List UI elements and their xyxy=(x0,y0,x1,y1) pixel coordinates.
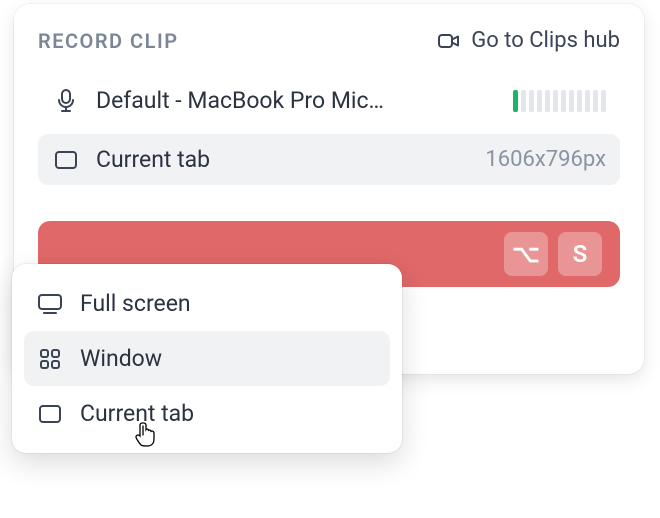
mic-level-bar xyxy=(513,90,518,112)
shortcut-key-s: S xyxy=(558,232,602,276)
mic-level-bar xyxy=(545,90,550,112)
capture-source-row[interactable]: Current tab 1606x796px xyxy=(38,134,620,185)
tab-icon xyxy=(36,404,64,424)
video-camera-icon xyxy=(437,29,461,53)
mic-level-bar xyxy=(529,90,534,112)
clips-hub-label: Go to Clips hub xyxy=(471,28,620,53)
tab-icon xyxy=(52,150,80,170)
mic-level-bar xyxy=(561,90,566,112)
dropdown-item-label: Current tab xyxy=(80,400,194,427)
mic-level-meter xyxy=(513,90,606,112)
mic-level-bar xyxy=(537,90,542,112)
mic-level-bar xyxy=(553,90,558,112)
shortcut-key-option: ⌥ xyxy=(504,232,548,276)
mic-label: Default - MacBook Pro Mic… xyxy=(96,87,497,114)
dropdown-item-full-screen[interactable]: Full screen xyxy=(24,276,390,331)
panel-title: RECORD CLIP xyxy=(38,29,179,53)
dropdown-item-label: Full screen xyxy=(80,290,191,317)
dropdown-item-current-tab[interactable]: Current tab xyxy=(24,386,390,441)
mic-input-row[interactable]: Default - MacBook Pro Mic… xyxy=(38,75,620,126)
panel-header: RECORD CLIP Go to Clips hub xyxy=(38,28,620,53)
mic-level-bar xyxy=(521,90,526,112)
capture-source-dropdown: Full screen Window Current tab xyxy=(12,264,402,453)
mic-level-bar xyxy=(601,90,606,112)
mic-level-bar xyxy=(577,90,582,112)
grid-icon xyxy=(36,348,64,370)
capture-source-label: Current tab xyxy=(96,146,469,173)
mic-level-bar xyxy=(585,90,590,112)
mic-level-bar xyxy=(593,90,598,112)
capture-resolution: 1606x796px xyxy=(485,147,606,172)
microphone-icon xyxy=(52,88,80,114)
dropdown-item-window[interactable]: Window xyxy=(24,331,390,386)
dropdown-item-label: Window xyxy=(80,345,162,372)
mic-level-bar xyxy=(569,90,574,112)
monitor-icon xyxy=(36,292,64,316)
go-to-clips-hub-link[interactable]: Go to Clips hub xyxy=(437,28,620,53)
